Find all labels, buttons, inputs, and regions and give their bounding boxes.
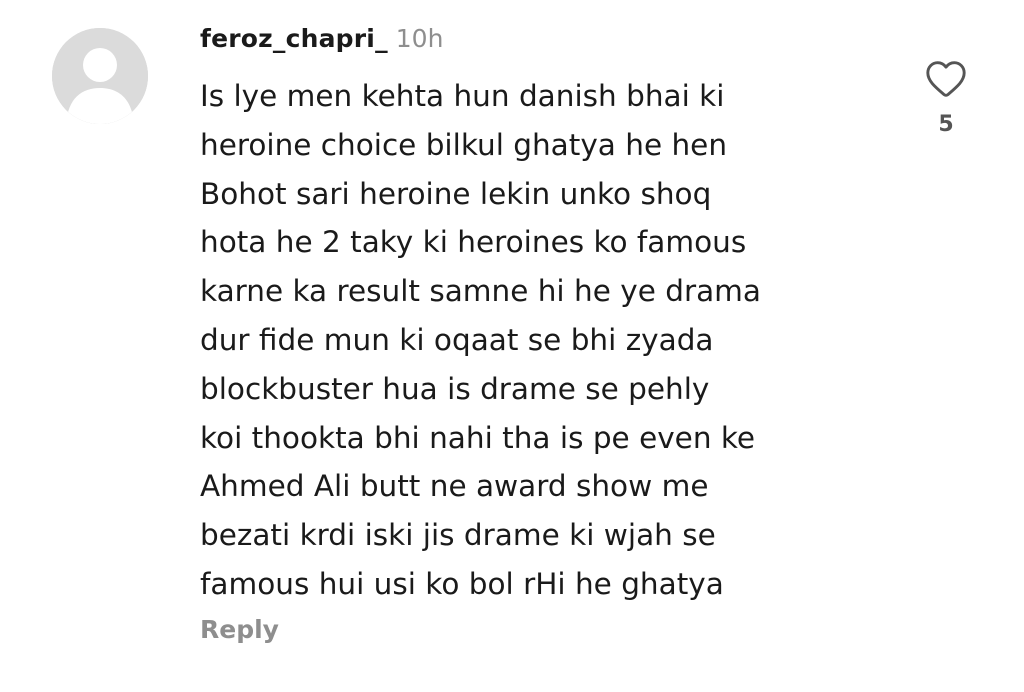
timestamp: 10h <box>395 24 444 53</box>
reply-button[interactable]: Reply <box>200 615 279 644</box>
comment-text-line: blockbuster hua is drame se pehly <box>200 371 710 406</box>
comment-text-line: hota he 2 taky ki heroines ko famous <box>200 225 747 260</box>
comment-content: feroz_chapri_ 10h Is lye men kehta hun d… <box>200 24 900 644</box>
username[interactable]: feroz_chapri_ <box>200 24 388 53</box>
comment-text-line: Is lye men kehta hun danish bhai ki <box>200 79 725 113</box>
comment-text-line: Ahmed Ali butt ne award show me <box>200 469 709 504</box>
comment-text-line: bezati krdi iski jis drame ki wjah se <box>200 518 716 553</box>
heart-outline-icon[interactable] <box>924 58 968 98</box>
comment-text-line: dur fide mun ki oqaat se bhi zyada <box>200 322 714 357</box>
comment-text-line: heroine choice bilkul ghatya he hen <box>200 127 728 162</box>
comment-text-line: koi thookta bhi nahi tha is pe even ke <box>200 420 756 455</box>
comment-text-line: famous hui usi ko bol rHi he ghatya <box>200 566 724 601</box>
comment-text: Is lye men kehta hun danish bhai ki hero… <box>200 72 900 609</box>
comment-header: feroz_chapri_ 10h <box>200 24 900 68</box>
default-avatar-icon <box>52 28 148 124</box>
comment-text-line: Bohot sari heroine lekin unko shoq <box>200 176 712 211</box>
like-count: 5 <box>938 112 954 137</box>
comment-text-line: karne ka result samne hi he ye drama <box>200 274 761 309</box>
like-area: 5 <box>918 58 974 137</box>
comment-item: feroz_chapri_ 10h Is lye men kehta hun d… <box>0 0 1024 692</box>
avatar[interactable] <box>52 28 148 124</box>
